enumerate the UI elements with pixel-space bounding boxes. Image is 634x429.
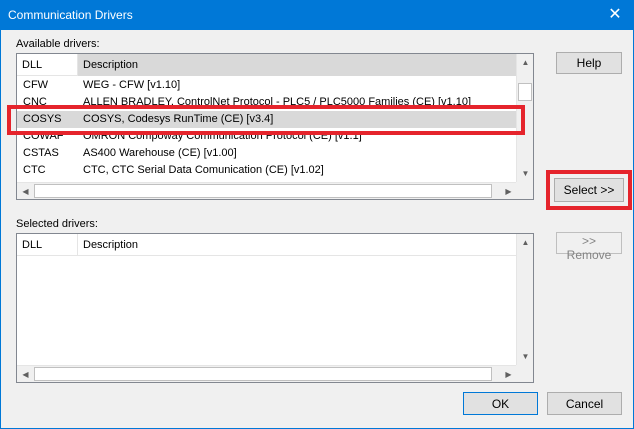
column-header-description[interactable]: Description	[77, 234, 516, 256]
help-button[interactable]: Help	[556, 52, 622, 74]
row-description: OMRON Compoway Communication Protocol (C…	[83, 130, 362, 142]
cancel-button[interactable]: Cancel	[547, 392, 622, 415]
remove-button[interactable]: >> Remove	[556, 232, 622, 262]
row-description: COSYS, Codesys RunTime (CE) [v3.4]	[83, 113, 274, 125]
column-header-dll[interactable]: DLL	[17, 54, 77, 76]
row-dll: COWAF	[23, 130, 64, 142]
select-button[interactable]: Select >>	[554, 178, 624, 202]
row-description: WEG - CFW [v1.10]	[83, 79, 181, 91]
row-description: ALLEN BRADLEY, ControlNet Protocol - PLC…	[83, 96, 472, 108]
list-item[interactable]: CTC CTC, CTC Serial Data Comunication (C…	[17, 162, 516, 179]
list-item[interactable]: CSTAS AS400 Warehouse (CE) [v1.00]	[17, 145, 516, 162]
scroll-left-icon[interactable]: ◀	[17, 183, 34, 199]
row-description: CTC, CTC Serial Data Comunication (CE) […	[83, 164, 324, 176]
vertical-scrollbar[interactable]: ▲ ▼	[516, 54, 533, 182]
scroll-corner	[516, 182, 533, 199]
available-list-header: DLL Description	[17, 54, 533, 76]
window-title: Communication Drivers	[8, 8, 133, 22]
scroll-down-icon[interactable]: ▼	[517, 348, 533, 365]
row-dll: CSTAS	[23, 147, 59, 159]
title-bar: Communication Drivers ✕	[0, 0, 634, 30]
list-item[interactable]: CFW WEG - CFW [v1.10]	[17, 77, 516, 94]
row-description: AS400 Warehouse (CE) [v1.00]	[83, 147, 237, 159]
list-item[interactable]: CNC ALLEN BRADLEY, ControlNet Protocol -…	[17, 94, 516, 111]
horizontal-scrollbar[interactable]: ◀ ▶	[17, 365, 517, 382]
selected-list-header: DLL Description	[17, 234, 533, 256]
close-icon[interactable]: ✕	[604, 4, 626, 26]
row-dll: CTC	[23, 164, 46, 176]
available-drivers-list[interactable]: DLL Description CFW WEG - CFW [v1.10] CN…	[16, 53, 534, 200]
scroll-right-icon[interactable]: ▶	[500, 183, 517, 199]
scroll-thumb[interactable]	[34, 367, 492, 381]
available-drivers-label: Available drivers:	[16, 38, 100, 50]
ok-button[interactable]: OK	[463, 392, 538, 415]
vertical-scrollbar[interactable]: ▲ ▼	[516, 234, 533, 365]
scroll-up-icon[interactable]: ▲	[517, 234, 533, 251]
scroll-left-icon[interactable]: ◀	[17, 366, 34, 382]
horizontal-scrollbar[interactable]: ◀ ▶	[17, 182, 517, 199]
scroll-thumb[interactable]	[34, 184, 492, 198]
selected-drivers-list[interactable]: DLL Description ▲ ▼ ◀ ▶	[16, 233, 534, 383]
scroll-down-icon[interactable]: ▼	[517, 165, 533, 182]
scroll-right-icon[interactable]: ▶	[500, 366, 517, 382]
row-dll: COSYS	[23, 113, 62, 125]
list-item[interactable]: COWAF OMRON Compoway Communication Proto…	[17, 128, 516, 145]
row-dll: CFW	[23, 79, 49, 91]
scroll-corner	[516, 365, 533, 382]
selected-drivers-label: Selected drivers:	[16, 218, 98, 230]
dialog-body: Available drivers: DLL Description CFW W…	[0, 30, 634, 429]
list-item-selected[interactable]: COSYS COSYS, Codesys RunTime (CE) [v3.4]	[17, 111, 516, 128]
row-dll: CNC	[23, 96, 47, 108]
scroll-thumb[interactable]	[518, 83, 532, 101]
column-header-description[interactable]: Description	[77, 54, 516, 76]
scroll-up-icon[interactable]: ▲	[517, 54, 533, 71]
available-rows: CFW WEG - CFW [v1.10] CNC ALLEN BRADLEY,…	[17, 77, 516, 179]
column-header-dll[interactable]: DLL	[17, 234, 77, 256]
